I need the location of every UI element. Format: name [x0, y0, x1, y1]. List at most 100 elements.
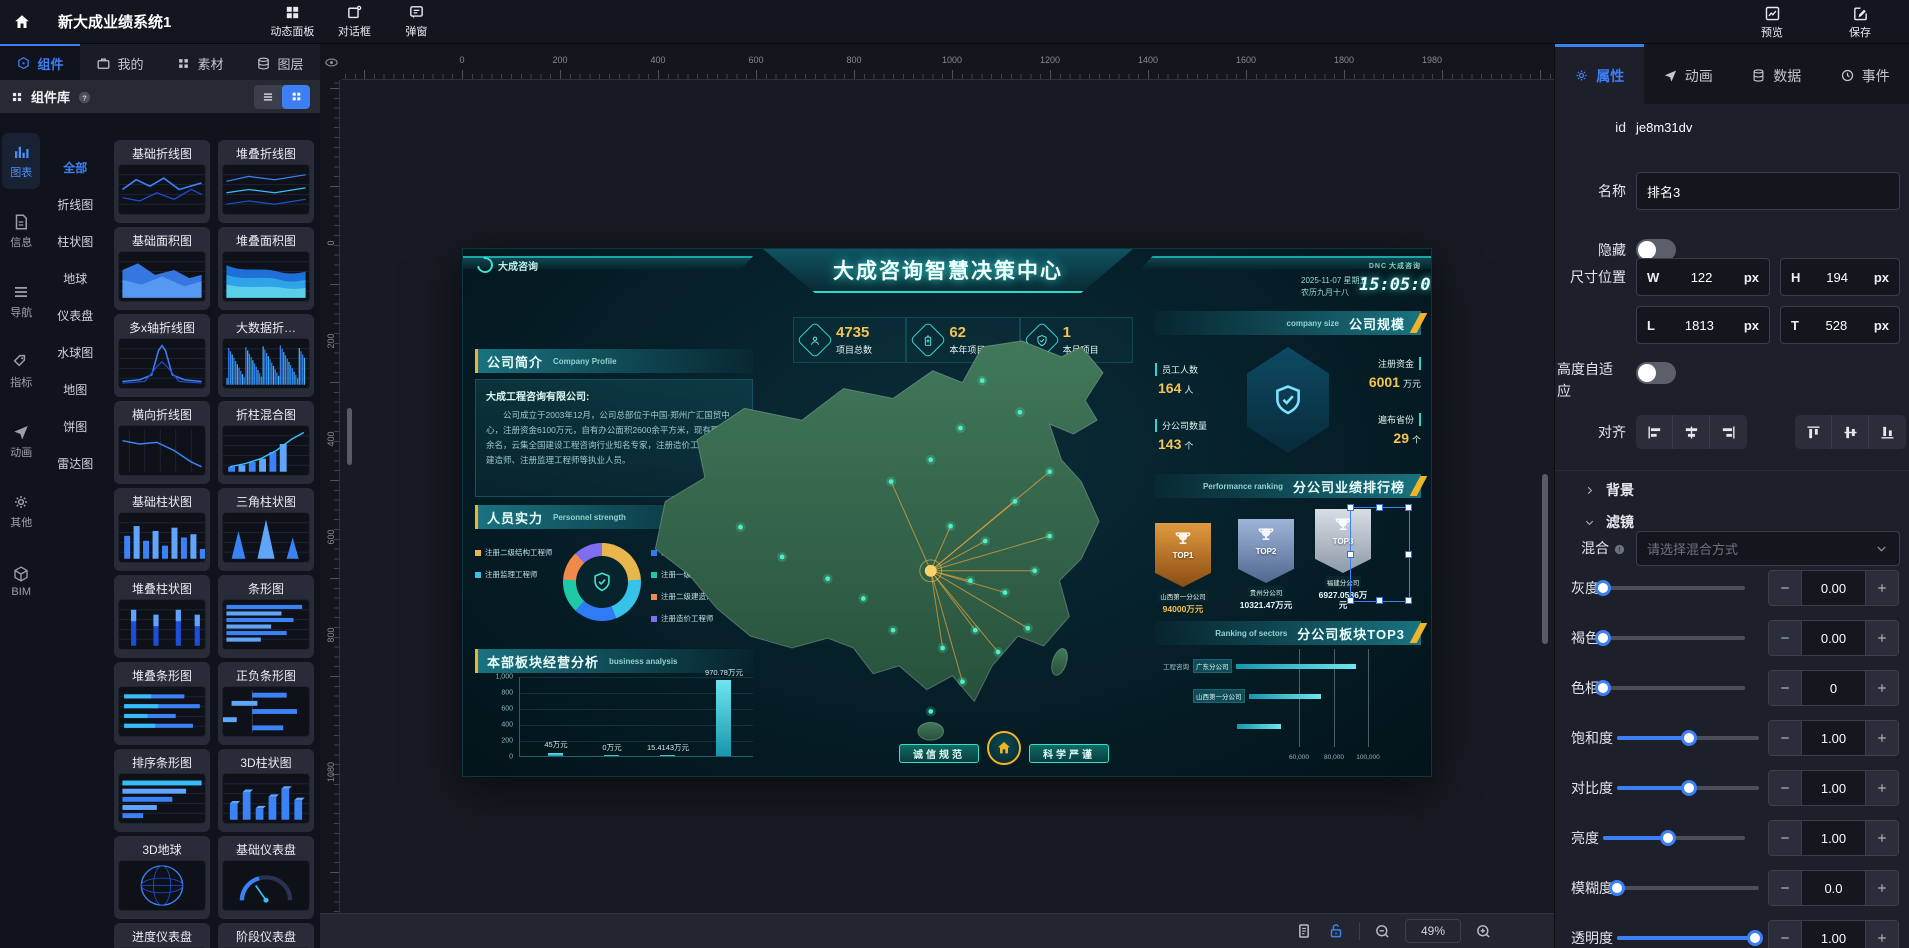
preview-button[interactable]: 预览	[1741, 0, 1803, 44]
increase-button[interactable]	[1866, 721, 1898, 755]
component-card[interactable]: 三角柱状图	[218, 488, 314, 571]
component-card[interactable]: 进度仪表盘 68%	[114, 923, 210, 948]
filter-value[interactable]: 0	[1801, 671, 1866, 705]
list-view-button[interactable]	[254, 85, 282, 109]
align-top-button[interactable]	[1795, 415, 1832, 449]
name-input[interactable]: 排名3	[1636, 172, 1900, 210]
decrease-button[interactable]	[1769, 671, 1801, 705]
component-card[interactable]: 基础折线图	[114, 140, 210, 223]
rank-card-top1[interactable]: TOP1 山西第一分公司 94000万元	[1155, 523, 1211, 614]
zoom-level[interactable]: 49%	[1405, 919, 1461, 943]
zoom-in-button[interactable]	[1475, 923, 1492, 940]
component-card[interactable]: 阶段仪表盘	[218, 923, 314, 948]
filter-slider[interactable]	[1603, 830, 1745, 846]
blend-mode-select[interactable]: 请选择混合方式	[1636, 531, 1900, 566]
left-input[interactable]: L1813px	[1636, 306, 1770, 344]
filter-value[interactable]: 1.00	[1801, 721, 1866, 755]
filter-value[interactable]: 0.0	[1801, 871, 1866, 905]
filter-slider[interactable]	[1603, 630, 1745, 646]
category-item[interactable]: 全部	[42, 149, 108, 186]
filter-value[interactable]: 1.00	[1801, 821, 1866, 855]
grid-view-button[interactable]	[282, 85, 310, 109]
category-item[interactable]: 折线图	[42, 186, 108, 223]
rail-item-other[interactable]: 其他	[2, 483, 40, 539]
rail-item-charts[interactable]: 图表	[2, 133, 40, 189]
category-item[interactable]: 雷达图	[42, 445, 108, 482]
decrease-button[interactable]	[1769, 821, 1801, 855]
home-button[interactable]	[0, 0, 44, 44]
left-tab-components[interactable]: 组件	[0, 44, 80, 80]
component-card[interactable]: 横向折线图	[114, 401, 210, 484]
component-card[interactable]: 3D柱状图	[218, 749, 314, 832]
category-item[interactable]: 饼图	[42, 408, 108, 445]
left-tab-mine[interactable]: 我的	[80, 44, 160, 80]
filter-value[interactable]: 0.00	[1801, 571, 1866, 605]
selection-handle[interactable]	[1347, 597, 1354, 604]
increase-button[interactable]	[1866, 921, 1898, 948]
align-left-button[interactable]	[1636, 415, 1673, 449]
align-bottom-button[interactable]	[1869, 415, 1906, 449]
dialog-button[interactable]: 对话框	[323, 0, 385, 44]
component-card[interactable]: 多x轴折线图	[114, 314, 210, 397]
component-card[interactable]: 3D地球	[114, 836, 210, 919]
component-card[interactable]: 堆叠面积图	[218, 227, 314, 310]
component-card[interactable]: 堆叠柱状图	[114, 575, 210, 658]
increase-button[interactable]	[1866, 771, 1898, 805]
component-card[interactable]: 基础柱状图	[114, 488, 210, 571]
dynamic-panel-button[interactable]: 动态面板	[261, 0, 323, 44]
page-settings-button[interactable]	[1295, 922, 1313, 940]
properties-tab-data[interactable]: 数据	[1732, 44, 1821, 104]
rank-card-top2[interactable]: TOP2 贵州分公司 10321.47万元	[1238, 519, 1294, 610]
increase-button[interactable]	[1866, 621, 1898, 655]
properties-tab-animation[interactable]: 动画	[1644, 44, 1733, 104]
align-vcenter-button[interactable]	[1832, 415, 1869, 449]
filter-section[interactable]: 滤镜	[1583, 512, 1634, 532]
canvas-area[interactable]: 02004006008001080 0200400600800100012001…	[320, 44, 1554, 948]
component-card[interactable]: 堆叠条形图	[114, 662, 210, 745]
selection-handle[interactable]	[1347, 504, 1354, 511]
align-right-button[interactable]	[1710, 415, 1747, 449]
rail-item-indicator[interactable]: 指标	[2, 343, 40, 399]
filter-value[interactable]: 0.00	[1801, 621, 1866, 655]
selection-handle[interactable]	[1405, 504, 1412, 511]
component-card[interactable]: 大数据折…	[218, 314, 314, 397]
rail-item-animation[interactable]: 动画	[2, 413, 40, 469]
filter-value[interactable]: 1.00	[1801, 771, 1866, 805]
selection-overlay[interactable]	[1350, 507, 1410, 602]
decrease-button[interactable]	[1769, 921, 1801, 948]
component-card[interactable]: 条形图	[218, 575, 314, 658]
popup-button[interactable]: 弹窗	[385, 0, 447, 44]
decrease-button[interactable]	[1769, 571, 1801, 605]
increase-button[interactable]	[1866, 871, 1898, 905]
component-card[interactable]: 折柱混合图	[218, 401, 314, 484]
filter-slider[interactable]	[1617, 880, 1759, 896]
properties-tab-attributes[interactable]: 属性	[1555, 44, 1644, 104]
canvas-vertical-scrollbar[interactable]	[1542, 474, 1548, 644]
decrease-button[interactable]	[1769, 621, 1801, 655]
background-section[interactable]: 背景	[1583, 480, 1634, 500]
category-item[interactable]: 地图	[42, 371, 108, 408]
component-card[interactable]: 基础面积图	[114, 227, 210, 310]
properties-tab-events[interactable]: 事件	[1821, 44, 1909, 104]
category-item[interactable]: 水球图	[42, 334, 108, 371]
rail-item-info[interactable]: 信息	[2, 203, 40, 259]
selection-handle[interactable]	[1405, 551, 1412, 558]
unlock-icon[interactable]	[1327, 922, 1345, 940]
width-input[interactable]: W122px	[1636, 258, 1770, 296]
decrease-button[interactable]	[1769, 771, 1801, 805]
increase-button[interactable]	[1866, 571, 1898, 605]
component-card[interactable]: 排序条形图	[114, 749, 210, 832]
filter-slider[interactable]	[1603, 680, 1745, 696]
panel-scrollbar-thumb[interactable]	[347, 408, 352, 465]
save-button[interactable]: 保存	[1829, 0, 1891, 44]
help-icon[interactable]: ?	[77, 88, 92, 104]
selection-handle[interactable]	[1347, 551, 1354, 558]
filter-slider[interactable]	[1617, 730, 1759, 746]
height-input[interactable]: H194px	[1780, 258, 1900, 296]
left-tab-layers[interactable]: 图层	[240, 44, 320, 80]
selection-handle[interactable]	[1376, 597, 1383, 604]
filter-slider[interactable]	[1617, 780, 1759, 796]
category-item[interactable]: 仪表盘	[42, 297, 108, 334]
decrease-button[interactable]	[1769, 721, 1801, 755]
selection-handle[interactable]	[1405, 597, 1412, 604]
